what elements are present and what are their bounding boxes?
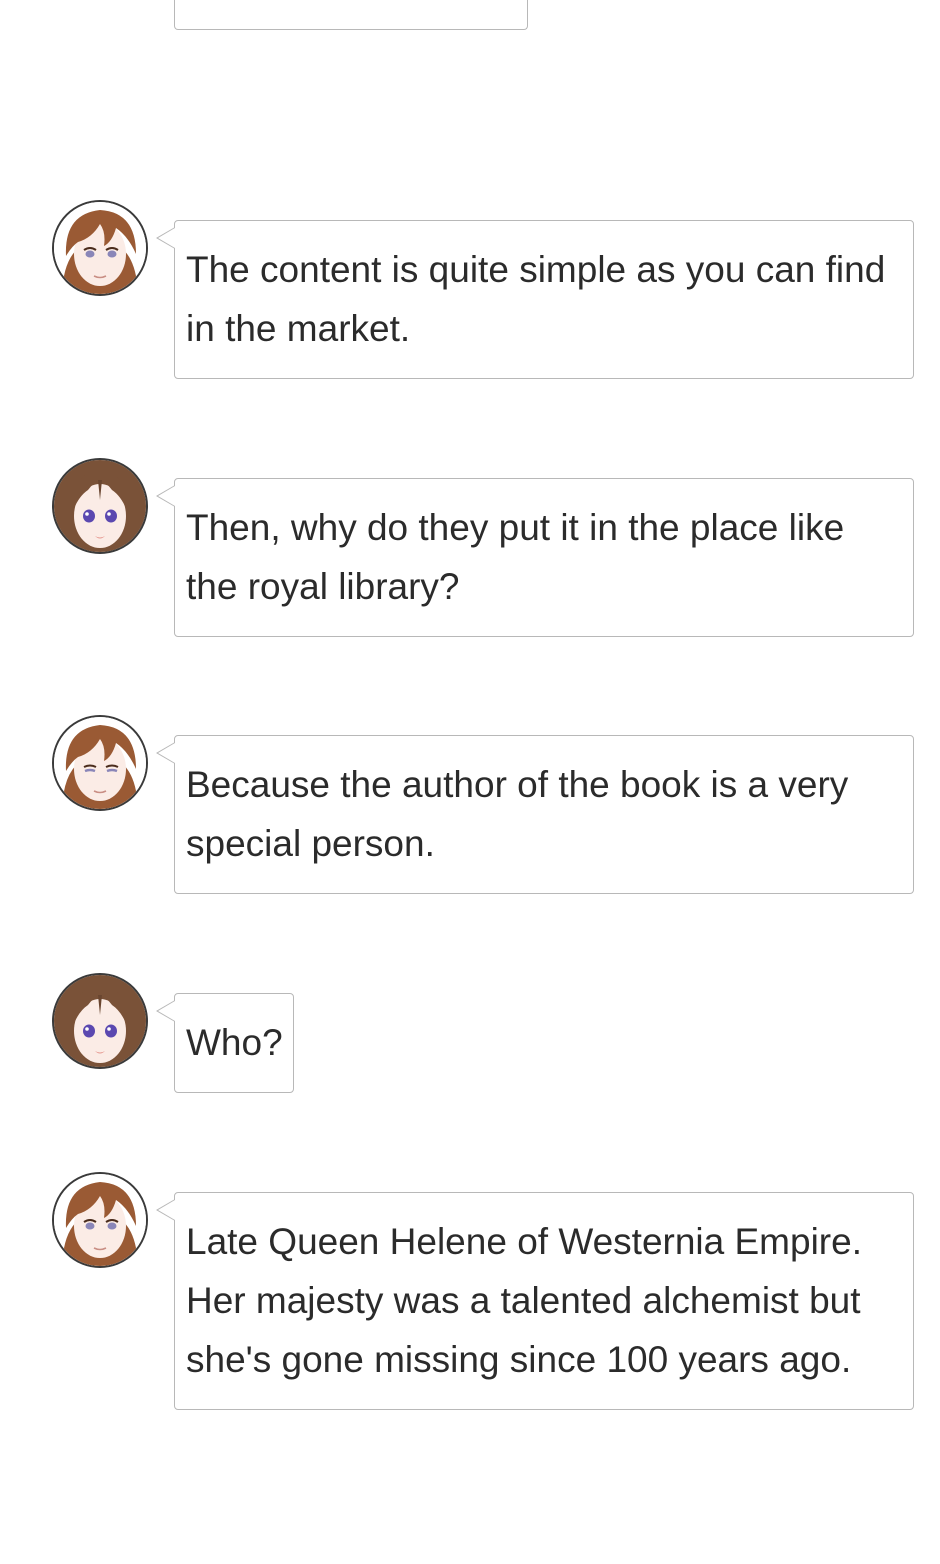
speech-tail-icon: [156, 227, 175, 249]
message-text: Then, why do they put it in the place li…: [186, 507, 845, 607]
male-character-avatar-icon: [52, 715, 148, 811]
female-character-avatar-icon: [52, 458, 148, 554]
message-text: The content is quite simple as you can f…: [186, 249, 886, 349]
message-text: Who?: [186, 1022, 283, 1063]
speech-tail-icon: [156, 1000, 175, 1022]
speech-tail-icon: [156, 485, 175, 507]
speech-tail-icon: [156, 742, 175, 764]
message-text: Because the author of the book is a very…: [186, 764, 849, 864]
previous-message-bubble: [174, 0, 528, 30]
male-character-avatar-icon: [52, 200, 148, 296]
message-bubble: Then, why do they put it in the place li…: [156, 478, 914, 637]
speech-tail-icon: [156, 1199, 175, 1221]
message-bubble: Who?: [156, 993, 294, 1093]
message-bubble: The content is quite simple as you can f…: [156, 220, 914, 379]
message-bubble: Late Queen Helene of Westernia Empire. H…: [156, 1192, 914, 1410]
female-character-avatar-icon: [52, 973, 148, 1069]
message-text: Late Queen Helene of Westernia Empire. H…: [186, 1221, 862, 1380]
male-character-avatar-icon: [52, 1172, 148, 1268]
message-bubble: Because the author of the book is a very…: [156, 735, 914, 894]
